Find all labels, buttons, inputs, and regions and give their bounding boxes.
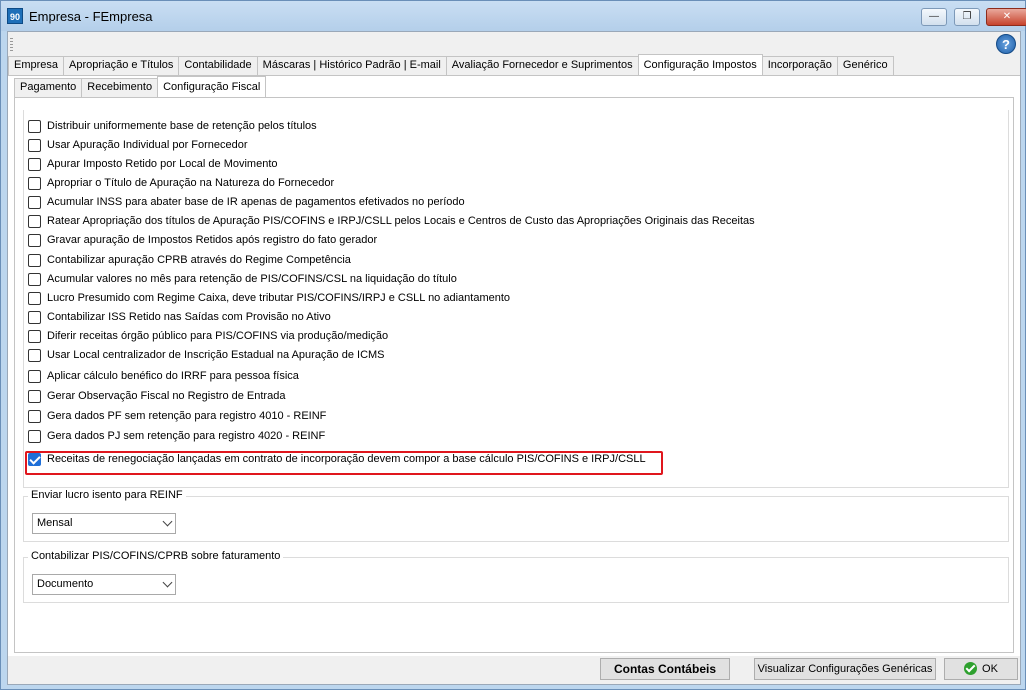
option-row[interactable]: Lucro Presumido com Regime Caixa, deve t… — [28, 289, 510, 307]
faturamento-select-value: Documento — [37, 578, 94, 590]
tab-generico[interactable]: Genérico — [836, 56, 894, 75]
checkbox[interactable] — [28, 272, 41, 286]
tab-configuracao-impostos[interactable]: Configuração Impostos — [637, 54, 763, 75]
restore-button[interactable]: ❐ — [954, 8, 980, 26]
application-window: 90 Empresa - FEmpresa — ❐ ✕ ? Empresa Ap… — [0, 0, 1026, 690]
checkbox[interactable] — [28, 253, 41, 267]
tab-apropriacao-titulos[interactable]: Apropriação e Títulos — [63, 56, 180, 75]
checkbox[interactable] — [28, 409, 41, 423]
checkbox-checked[interactable] — [28, 452, 41, 466]
checkbox[interactable] — [28, 214, 41, 228]
configuracao-fiscal-panel: Distribuir uniformemente base de retençã… — [14, 97, 1014, 653]
option-row[interactable]: Gera dados PF sem retenção para registro… — [28, 407, 326, 425]
tab-empresa[interactable]: Empresa — [8, 56, 65, 75]
option-row[interactable]: Usar Local centralizador de Inscrição Es… — [28, 346, 385, 364]
option-row[interactable]: Gravar apuração de Impostos Retidos após… — [28, 231, 377, 249]
checkbox[interactable] — [28, 389, 41, 403]
option-label: Lucro Presumido com Regime Caixa, deve t… — [47, 292, 511, 304]
checkbox[interactable] — [28, 329, 41, 343]
ok-button[interactable]: OK — [944, 658, 1018, 680]
faturamento-group-title: Contabilizar PIS/COFINS/CPRB sobre fatur… — [28, 550, 284, 562]
option-row[interactable]: Contabilizar apuração CPRB através do Re… — [28, 251, 351, 269]
faturamento-select[interactable]: Documento — [32, 574, 176, 595]
option-row[interactable]: Aplicar cálculo benéfico do IRRF para pe… — [28, 367, 299, 385]
checkbox[interactable] — [28, 119, 41, 133]
option-row[interactable]: Gerar Observação Fiscal no Registro de E… — [28, 387, 285, 405]
main-tab-strip: Empresa Apropriação e Títulos Contabilid… — [8, 54, 894, 75]
contas-contabeis-button[interactable]: Contas Contábeis — [600, 658, 730, 680]
minimize-button[interactable]: — — [921, 8, 947, 26]
option-label: Acumular INSS para abater base de IR ape… — [47, 196, 465, 208]
option-row[interactable]: Apurar Imposto Retido por Local de Movim… — [28, 155, 278, 173]
option-label: Acumular valores no mês para retenção de… — [47, 273, 457, 285]
reinf-group-title: Enviar lucro isento para REINF — [28, 489, 186, 501]
reinf-group: Enviar lucro isento para REINF Mensal — [23, 489, 1009, 542]
checkbox[interactable] — [28, 138, 41, 152]
checkbox[interactable] — [28, 348, 41, 362]
close-button[interactable]: ✕ — [986, 8, 1026, 26]
client-area: ? Empresa Apropriação e Títulos Contabil… — [7, 31, 1021, 685]
tab-configuracao-fiscal[interactable]: Configuração Fiscal — [157, 76, 267, 97]
tab-avaliacao-fornecedor[interactable]: Avaliação Fornecedor e Suprimentos — [445, 56, 639, 75]
option-row[interactable]: Gera dados PJ sem retenção para registro… — [28, 427, 325, 445]
option-label: Distribuir uniformemente base de retençã… — [47, 120, 317, 132]
option-label: Usar Apuração Individual por Fornecedor — [47, 139, 248, 151]
reinf-select[interactable]: Mensal — [32, 513, 176, 534]
option-label: Contabilizar apuração CPRB através do Re… — [47, 254, 351, 266]
option-label: Receitas de renegociação lançadas em con… — [47, 453, 646, 465]
checkbox[interactable] — [28, 291, 41, 305]
option-row[interactable]: Acumular valores no mês para retenção de… — [28, 270, 457, 288]
chevron-down-icon — [162, 577, 173, 588]
ok-button-label: OK — [982, 663, 998, 675]
option-row[interactable]: Acumular INSS para abater base de IR ape… — [28, 193, 465, 211]
tab-incorporacao[interactable]: Incorporação — [761, 56, 838, 75]
checkbox[interactable] — [28, 429, 41, 443]
toolbar-grip-icon — [10, 38, 13, 52]
footer-bar: Contas Contábeis Visualizar Configuraçõe… — [8, 656, 1020, 684]
visualizar-configuracoes-button[interactable]: Visualizar Configurações Genéricas — [754, 658, 936, 680]
tab-pagamento[interactable]: Pagamento — [14, 78, 83, 97]
app-logo-icon: 90 — [7, 8, 23, 24]
options-list: Distribuir uniformemente base de retençã… — [23, 110, 1009, 488]
checkbox[interactable] — [28, 310, 41, 324]
option-row[interactable]: Receitas de renegociação lançadas em con… — [28, 450, 646, 468]
sub-tab-strip: Pagamento Recebimento Configuração Fisca… — [14, 76, 267, 97]
tab-recebimento[interactable]: Recebimento — [81, 78, 159, 97]
reinf-select-value: Mensal — [37, 517, 73, 529]
option-label: Diferir receitas órgão público para PIS/… — [47, 330, 389, 342]
tab-mascaras[interactable]: Máscaras | Histórico Padrão | E-mail — [256, 56, 447, 75]
option-label: Gera dados PF sem retenção para registro… — [47, 410, 327, 422]
faturamento-group: Contabilizar PIS/COFINS/CPRB sobre fatur… — [23, 550, 1009, 603]
option-label: Gera dados PJ sem retenção para registro… — [47, 430, 326, 442]
option-label: Apurar Imposto Retido por Local de Movim… — [47, 158, 278, 170]
checkbox[interactable] — [28, 176, 41, 190]
option-label: Gerar Observação Fiscal no Registro de E… — [47, 390, 286, 402]
option-row[interactable]: Diferir receitas órgão público para PIS/… — [28, 327, 388, 345]
tab-contabilidade[interactable]: Contabilidade — [178, 56, 258, 75]
window-title: Empresa - FEmpresa — [29, 9, 153, 24]
help-icon[interactable]: ? — [996, 34, 1016, 54]
chevron-down-icon — [162, 516, 173, 527]
option-label: Gravar apuração de Impostos Retidos após… — [47, 234, 378, 246]
checkbox[interactable] — [28, 195, 41, 209]
option-label: Ratear Apropriação dos títulos de Apuraç… — [47, 215, 755, 227]
checkbox[interactable] — [28, 233, 41, 247]
title-bar[interactable]: 90 Empresa - FEmpresa — ❐ ✕ — [1, 1, 1026, 31]
option-row[interactable]: Apropriar o Título de Apuração na Nature… — [28, 174, 334, 192]
option-label: Apropriar o Título de Apuração na Nature… — [47, 177, 335, 189]
checkbox[interactable] — [28, 157, 41, 171]
option-label: Usar Local centralizador de Inscrição Es… — [47, 349, 385, 361]
checkbox[interactable] — [28, 369, 41, 383]
option-label: Aplicar cálculo benéfico do IRRF para pe… — [47, 370, 299, 382]
option-row[interactable]: Contabilizar ISS Retido nas Saídas com P… — [28, 308, 331, 326]
option-row[interactable]: Ratear Apropriação dos títulos de Apuraç… — [28, 212, 755, 230]
configuracao-impostos-panel: Pagamento Recebimento Configuração Fisca… — [8, 75, 1020, 656]
check-circle-icon — [964, 662, 978, 675]
option-label: Contabilizar ISS Retido nas Saídas com P… — [47, 311, 331, 323]
option-row[interactable]: Usar Apuração Individual por Fornecedor — [28, 136, 248, 154]
option-row[interactable]: Distribuir uniformemente base de retençã… — [28, 117, 317, 135]
